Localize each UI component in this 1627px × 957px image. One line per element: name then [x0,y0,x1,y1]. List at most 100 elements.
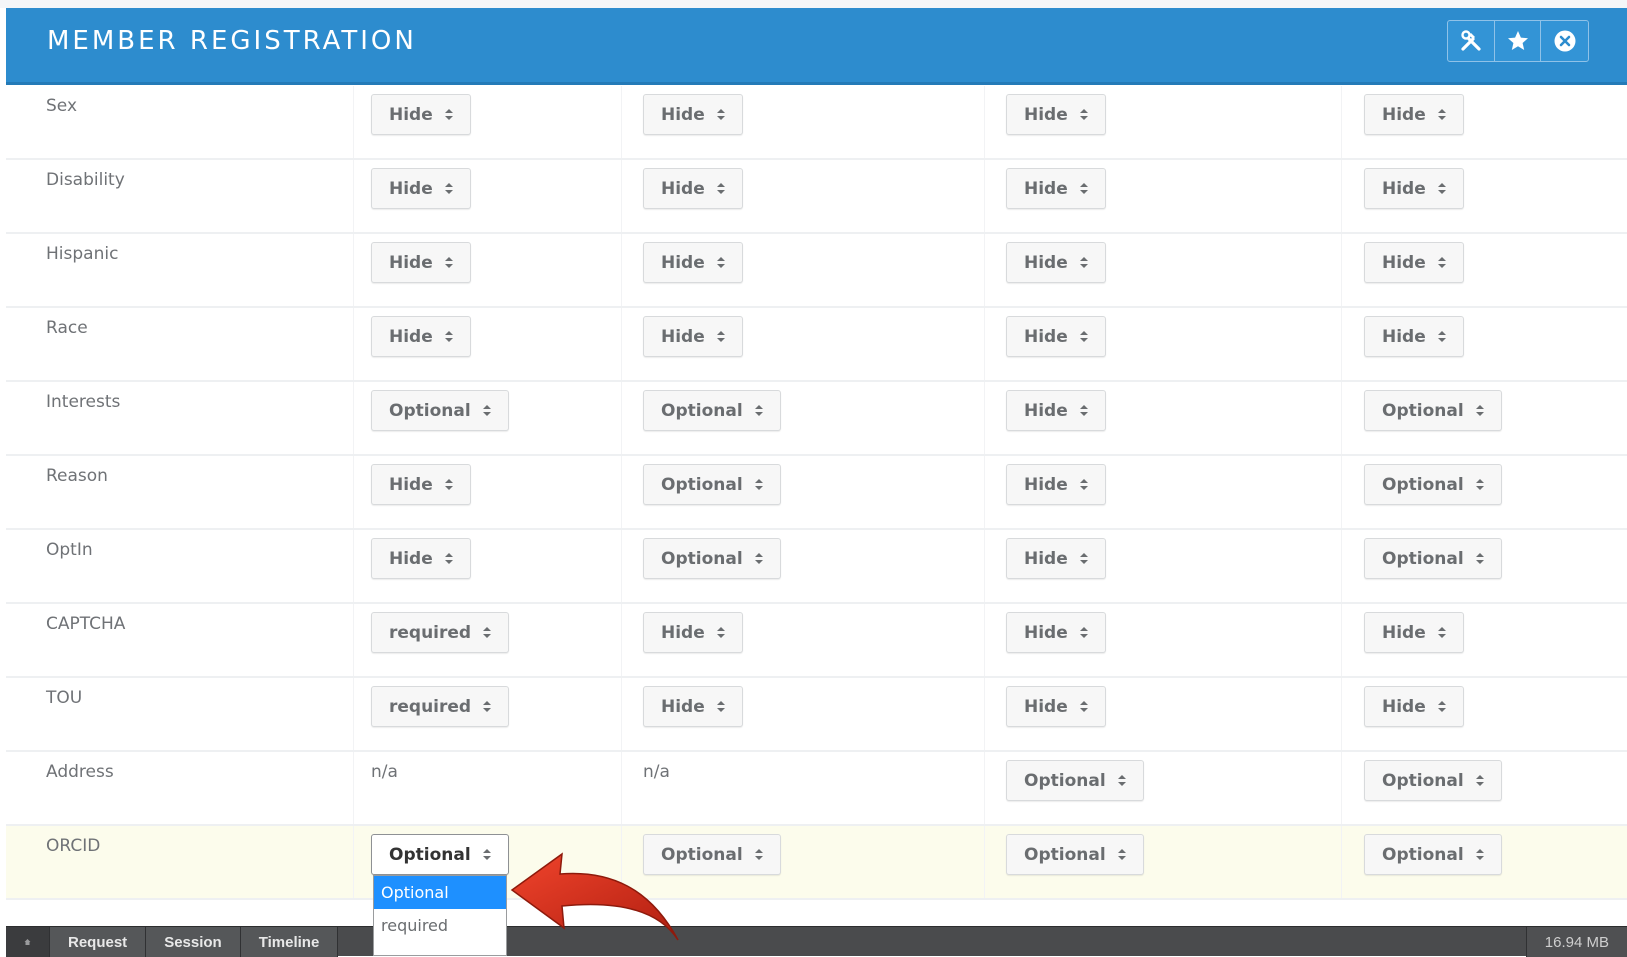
table-row: OptIn Hide Optional Hide Optional [6,530,1627,604]
sort-caret-icon [716,182,725,195]
sort-caret-icon [716,626,725,639]
visibility-select[interactable]: Hide [1364,686,1464,727]
visibility-select[interactable]: Hide [1364,168,1464,209]
sort-caret-icon [483,700,492,713]
select-value: Hide [661,696,705,717]
select-value: Optional [661,548,743,569]
select-value: Optional [1382,474,1464,495]
visibility-select[interactable]: Optional [1364,390,1502,431]
sort-caret-icon [754,848,763,861]
table-row: Address n/a n/a Optional Optional [6,752,1627,826]
sort-caret-icon [444,182,453,195]
debug-home-button[interactable] [6,927,50,957]
sort-caret-icon [1079,256,1088,269]
visibility-select[interactable]: Optional [1006,760,1144,801]
visibility-select[interactable]: Hide [1006,168,1106,209]
table-row: Interests Optional Optional Hide Optiona… [6,382,1627,456]
visibility-select[interactable]: Hide [1006,242,1106,283]
visibility-select[interactable]: Hide [1006,686,1106,727]
visibility-select[interactable]: required [371,686,510,727]
close-button[interactable] [1541,21,1588,61]
select-value: Optional [1024,770,1106,791]
sort-caret-icon [444,330,453,343]
select-value: Hide [1382,178,1426,199]
visibility-select[interactable]: Hide [643,242,743,283]
sort-caret-icon [1437,182,1446,195]
visibility-select[interactable]: Hide [371,168,471,209]
select-value: Hide [389,104,433,125]
tools-button[interactable] [1448,21,1495,61]
visibility-select[interactable]: Hide [371,538,471,579]
favorite-button[interactable] [1495,21,1542,61]
select-value: Optional [661,474,743,495]
visibility-select[interactable]: Hide [643,94,743,135]
select-value: Hide [1382,622,1426,643]
visibility-select[interactable]: required [371,612,510,653]
sort-caret-icon [1437,700,1446,713]
row-label: Sex [46,96,78,116]
sort-caret-icon [1079,330,1088,343]
sort-caret-icon [1475,404,1484,417]
dropdown-option-optional[interactable]: Optional [374,876,506,909]
visibility-select[interactable]: Hide [371,94,471,135]
not-applicable-text: n/a [371,762,398,782]
sort-caret-icon [1079,478,1088,491]
select-value: required [389,696,472,717]
sort-caret-icon [1079,626,1088,639]
row-label: OptIn [46,540,93,560]
visibility-select[interactable]: Optional [1364,760,1502,801]
visibility-select[interactable]: Hide [643,686,743,727]
visibility-select[interactable]: Hide [371,316,471,357]
visibility-select[interactable]: Hide [371,464,471,505]
sort-caret-icon [1475,774,1484,787]
select-value: Hide [661,326,705,347]
select-value: Hide [389,548,433,569]
visibility-select[interactable]: Hide [1006,538,1106,579]
debug-tab-request[interactable]: Request [50,927,147,957]
sort-caret-icon [1475,848,1484,861]
select-value: Hide [389,474,433,495]
sort-caret-icon [444,478,453,491]
panel-header: MEMBER REGISTRATION [6,8,1627,85]
sort-caret-icon [1079,700,1088,713]
sort-caret-icon [482,848,491,861]
visibility-select[interactable]: Hide [643,316,743,357]
sort-caret-icon [1079,404,1088,417]
sort-caret-icon [1437,108,1446,121]
page-title: MEMBER REGISTRATION [47,26,417,56]
select-value: Optional [1024,844,1106,865]
visibility-select[interactable]: Hide [1006,390,1106,431]
visibility-select[interactable]: Hide [1364,94,1464,135]
sort-caret-icon [1475,552,1484,565]
sort-caret-icon [716,700,725,713]
visibility-select[interactable]: Hide [1006,94,1106,135]
sort-caret-icon [444,256,453,269]
visibility-select[interactable]: Hide [1006,612,1106,653]
select-value: Hide [661,104,705,125]
visibility-select[interactable]: Optional [1364,834,1502,875]
visibility-select[interactable]: Optional [643,538,781,579]
visibility-select[interactable]: Hide [643,612,743,653]
visibility-select[interactable]: Hide [1364,612,1464,653]
visibility-select[interactable]: Optional [1364,464,1502,505]
debug-tab-timeline[interactable]: Timeline [240,927,339,957]
visibility-select[interactable]: Optional [1006,834,1144,875]
debug-tab-session[interactable]: Session [146,927,241,957]
visibility-select[interactable]: Hide [643,168,743,209]
visibility-select[interactable]: Hide [1006,316,1106,357]
dropdown-option-required[interactable]: required [374,909,506,942]
orcid-visibility-select[interactable]: Optional [371,834,509,875]
visibility-select[interactable]: Optional [643,390,781,431]
visibility-select[interactable]: Hide [1364,242,1464,283]
sort-caret-icon [1437,626,1446,639]
header-tool-group [1447,20,1589,62]
select-value: Hide [1382,326,1426,347]
visibility-select[interactable]: Hide [1006,464,1106,505]
visibility-select[interactable]: Hide [1364,316,1464,357]
visibility-select[interactable]: Hide [371,242,471,283]
visibility-select[interactable]: Optional [371,390,509,431]
row-label: TOU [46,688,83,708]
visibility-select[interactable]: Optional [643,464,781,505]
visibility-select[interactable]: Optional [1364,538,1502,579]
select-value: Hide [1024,178,1068,199]
